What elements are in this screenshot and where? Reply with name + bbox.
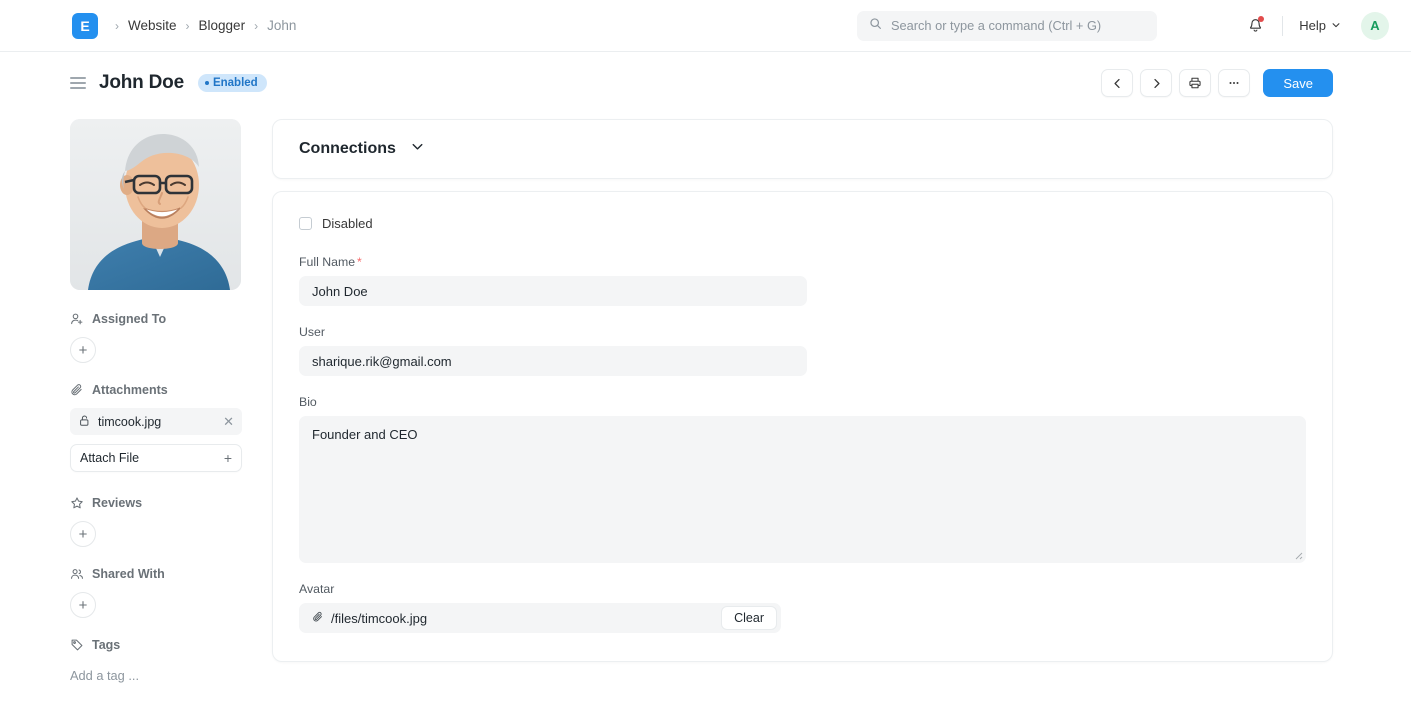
navbar-right-actions: Help A (1240, 11, 1389, 41)
breadcrumb-separator: › (115, 19, 119, 33)
search-bar[interactable]: Search or type a command (Ctrl + G) (857, 11, 1157, 41)
sidebar-toggle-icon[interactable] (70, 77, 86, 89)
avatar-label: Avatar (299, 582, 1306, 596)
page-header-actions: Save (1101, 69, 1333, 97)
sidebar-section-shared-with: Shared With + (70, 567, 242, 618)
connections-section[interactable]: Connections (272, 119, 1333, 179)
tags-header: Tags (70, 638, 242, 652)
search-icon (869, 17, 882, 35)
chevron-down-icon (1331, 18, 1341, 33)
status-badge: Enabled (198, 74, 267, 92)
resize-handle-icon[interactable] (1291, 548, 1303, 560)
attach-file-button[interactable]: Attach File + (70, 444, 242, 472)
profile-photo-illustration (70, 119, 241, 290)
notifications-button[interactable] (1240, 11, 1270, 41)
breadcrumb-item-john[interactable]: John (267, 18, 296, 33)
bio-textarea[interactable]: Founder and CEO (299, 416, 1306, 563)
sidebar-section-attachments: Attachments timcook.jpg ✕ Attach File + (70, 383, 242, 472)
attach-file-label: Attach File (80, 451, 139, 465)
print-button[interactable] (1179, 69, 1211, 97)
sidebar-section-reviews: Reviews + (70, 496, 242, 547)
clear-avatar-button[interactable]: Clear (721, 606, 777, 630)
attachment-file-name: timcook.jpg (98, 415, 161, 429)
sidebar: Assigned To + Attachments (70, 114, 242, 689)
sidebar-section-assigned-to: Assigned To + (70, 312, 242, 363)
avatar-path-value: /files/timcook.jpg (331, 611, 427, 626)
reviews-header: Reviews (70, 496, 242, 510)
breadcrumb-item-website[interactable]: Website (128, 18, 177, 33)
full-name-label: Full Name* (299, 255, 1306, 269)
status-dot-icon (205, 81, 209, 85)
users-icon (70, 567, 84, 581)
previous-record-button[interactable] (1101, 69, 1133, 97)
bio-label: Bio (299, 395, 1306, 409)
required-indicator: * (357, 255, 362, 269)
tags-label: Tags (92, 638, 120, 652)
field-full-name: Full Name* John Doe (299, 255, 1306, 306)
full-name-input[interactable]: John Doe (299, 276, 807, 306)
attachments-label: Attachments (92, 383, 168, 397)
full-name-label-text: Full Name (299, 255, 355, 269)
disabled-checkbox[interactable] (299, 217, 312, 230)
page-header: John Doe Enabled Save (0, 52, 1411, 114)
shared-with-header: Shared With (70, 567, 242, 581)
assigned-to-header: Assigned To (70, 312, 242, 326)
avatar-input[interactable]: /files/timcook.jpg Clear (299, 603, 781, 633)
search-placeholder: Search or type a command (Ctrl + G) (891, 18, 1101, 33)
notification-badge-dot (1258, 16, 1264, 22)
field-user: User sharique.rik@gmail.com (299, 325, 1306, 376)
add-assignment-button[interactable]: + (70, 337, 96, 363)
help-label: Help (1299, 18, 1326, 33)
bio-value: Founder and CEO (312, 427, 418, 442)
remove-attachment-icon[interactable]: ✕ (223, 414, 234, 430)
user-add-icon (70, 312, 84, 326)
tag-icon (70, 638, 84, 652)
main-content: Connections Disabled Full Name* John Doe… (272, 114, 1333, 662)
plus-icon: + (224, 450, 232, 466)
navbar-divider (1282, 16, 1283, 36)
add-review-button[interactable]: + (70, 521, 96, 547)
shared-with-label: Shared With (92, 567, 165, 581)
unlocked-padlock-icon (78, 414, 91, 430)
reviews-label: Reviews (92, 496, 142, 510)
connections-title: Connections (299, 140, 396, 158)
field-avatar: Avatar /files/timcook.jpg Clear (299, 582, 1306, 633)
profile-image[interactable] (70, 119, 241, 290)
status-badge-label: Enabled (213, 77, 258, 89)
breadcrumb: › Website › Blogger › John (115, 18, 296, 33)
attachments-header: Attachments (70, 383, 242, 397)
user-label: User (299, 325, 1306, 339)
user-input[interactable]: sharique.rik@gmail.com (299, 346, 807, 376)
add-tag-input[interactable]: Add a tag ... (70, 663, 242, 683)
breadcrumb-separator: › (186, 19, 190, 33)
save-button[interactable]: Save (1263, 69, 1333, 97)
attachment-item[interactable]: timcook.jpg ✕ (70, 408, 242, 435)
app-logo[interactable]: E (72, 13, 98, 39)
more-options-button[interactable] (1218, 69, 1250, 97)
disabled-checkbox-label: Disabled (322, 216, 373, 231)
sidebar-section-tags: Tags Add a tag ... (70, 638, 242, 683)
help-menu[interactable]: Help (1295, 14, 1345, 37)
chevron-down-icon[interactable] (410, 139, 425, 159)
breadcrumb-item-blogger[interactable]: Blogger (199, 18, 246, 33)
field-bio: Bio Founder and CEO (299, 395, 1306, 563)
breadcrumb-separator: › (254, 19, 258, 33)
page-body: Assigned To + Attachments (0, 114, 1411, 712)
paperclip-icon (70, 383, 84, 397)
disabled-checkbox-row[interactable]: Disabled (299, 216, 1306, 231)
star-icon (70, 496, 84, 510)
attachment-icon (312, 611, 324, 626)
avatar[interactable]: A (1361, 12, 1389, 40)
next-record-button[interactable] (1140, 69, 1172, 97)
assigned-to-label: Assigned To (92, 312, 166, 326)
page-title: John Doe (99, 72, 184, 94)
details-form-card: Disabled Full Name* John Doe User shariq… (272, 191, 1333, 662)
top-navbar: E › Website › Blogger › John Search or t… (0, 0, 1411, 52)
add-share-button[interactable]: + (70, 592, 96, 618)
